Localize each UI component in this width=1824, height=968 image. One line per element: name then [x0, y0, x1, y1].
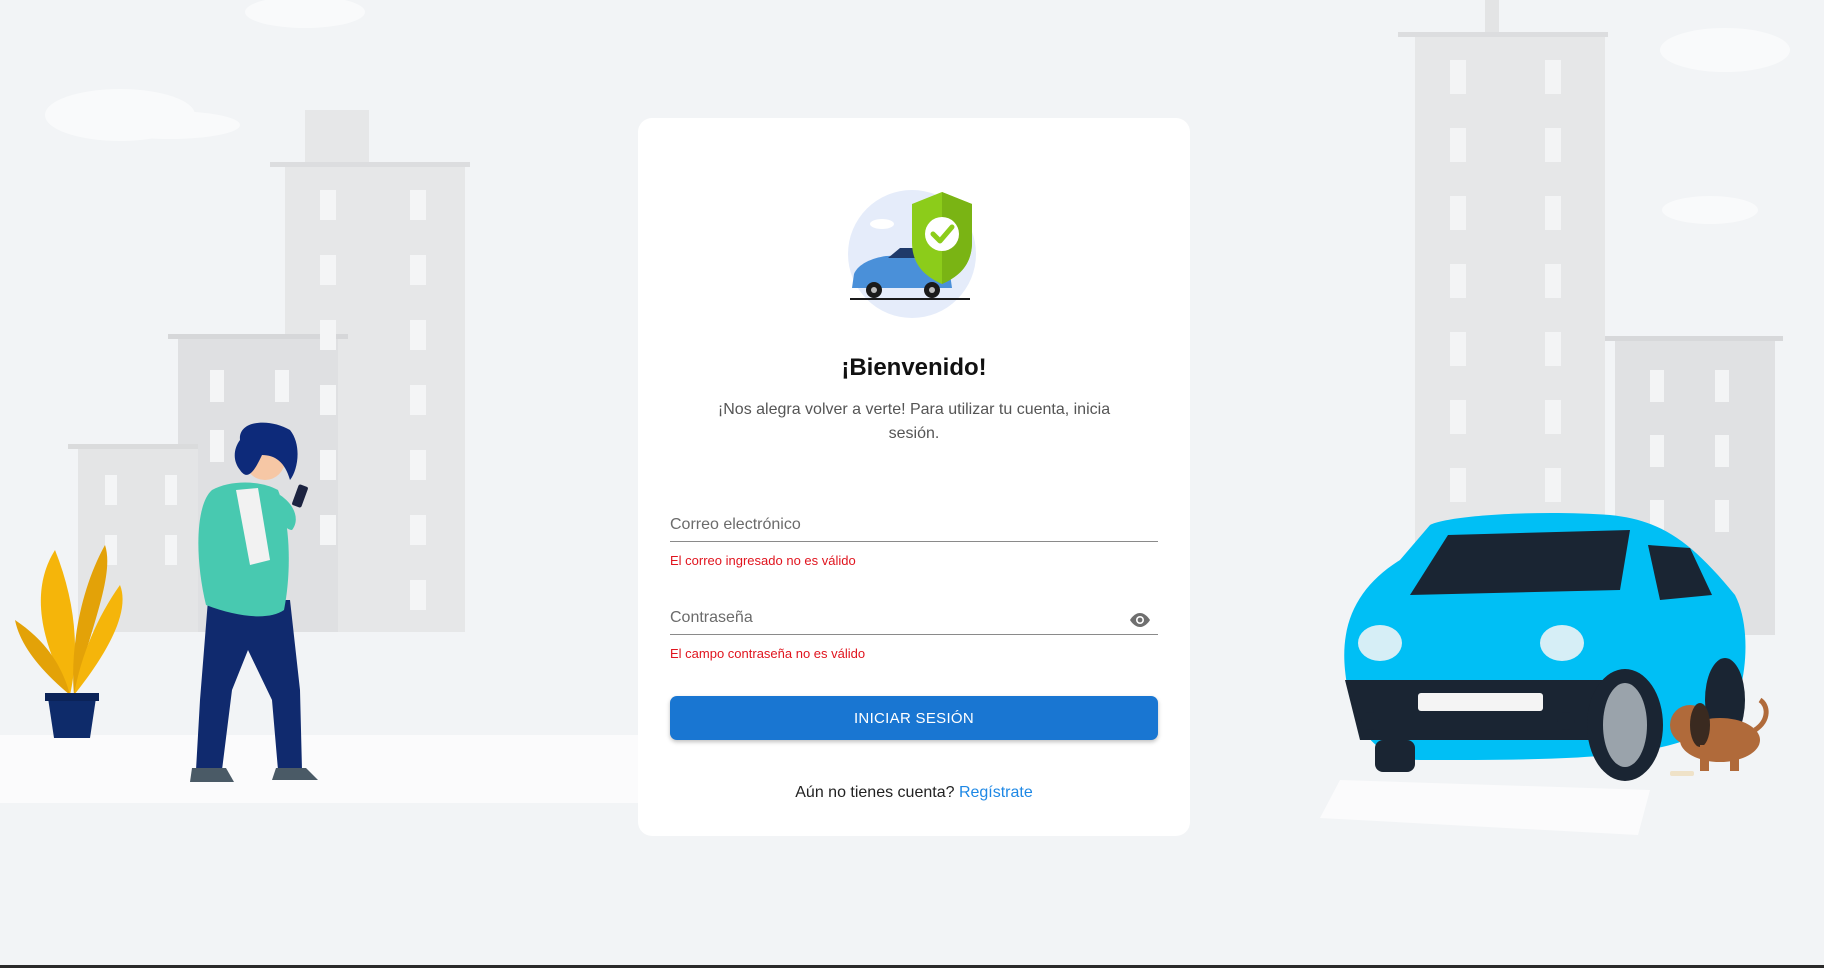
email-error-message: El correo ingresado no es válido [670, 553, 856, 568]
password-error-message: El campo contraseña no es válido [670, 646, 866, 661]
register-prompt-row: Aún no tienes cuenta? Regístrate [638, 784, 1190, 802]
login-button[interactable]: INICIAR SESIÓN [670, 696, 1158, 740]
page-title: ¡Bienvenido! [841, 354, 987, 381]
welcome-subtitle: ¡Nos alegra volver a verte! Para utiliza… [717, 401, 1111, 442]
password-field[interactable] [670, 595, 1158, 635]
login-card: ¡Bienvenido! ¡Nos alegra volver a verte!… [638, 118, 1190, 836]
eye-icon[interactable] [1128, 611, 1152, 629]
email-field[interactable] [670, 502, 1158, 542]
register-link[interactable]: Regístrate [959, 784, 1033, 801]
car-shield-check-icon [848, 190, 976, 318]
register-prompt-text: Aún no tienes cuenta? [795, 784, 955, 801]
password-field-group: El campo contraseña no es válido [670, 595, 1158, 661]
email-field-group: El correo ingresado no es válido [670, 502, 1158, 568]
